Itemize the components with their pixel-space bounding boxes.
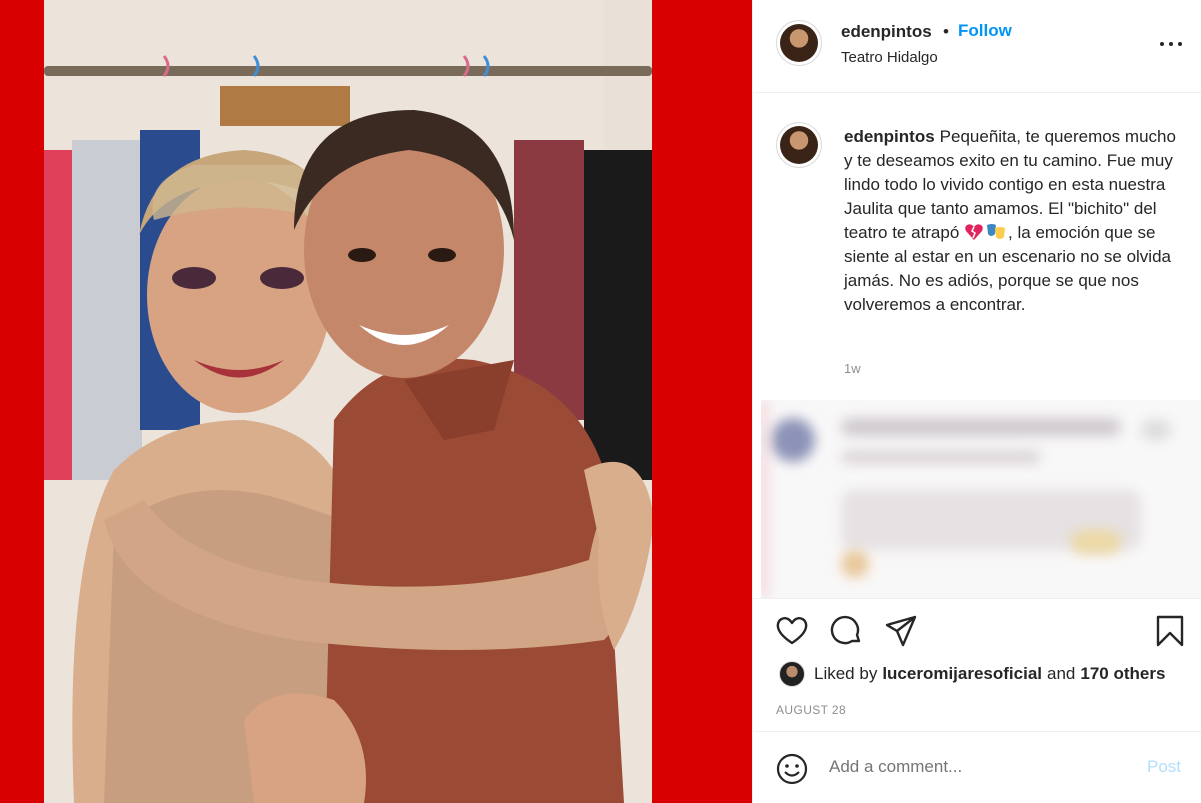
separator-dot: • [943, 22, 949, 41]
post-media[interactable] [0, 0, 752, 803]
post-photo[interactable] [44, 0, 652, 803]
emoji-icon[interactable] [775, 752, 809, 786]
caption-avatar[interactable] [776, 122, 822, 168]
blurred-comment [761, 400, 1201, 598]
action-section: Liked by luceromijaresoficial and 170 ot… [753, 598, 1201, 803]
author-avatar[interactable] [776, 20, 822, 66]
likes-summary[interactable]: Liked by luceromijaresoficial and 170 ot… [779, 661, 1165, 687]
heart-icon[interactable] [775, 614, 809, 648]
likes-connector: and [1047, 664, 1076, 683]
post-panel: edenpintos • Follow Teatro Hidalgo edenp… [752, 0, 1201, 803]
post-comment-button[interactable]: Post [1147, 757, 1181, 777]
caption-username[interactable]: edenpintos [844, 127, 935, 146]
author-username[interactable]: edenpintos [841, 22, 932, 42]
post-date[interactable]: AUGUST 28 [776, 703, 846, 717]
more-options-icon[interactable] [1159, 34, 1185, 54]
liker-username[interactable]: luceromijaresoficial [882, 664, 1042, 684]
broken-heart-emoji [965, 224, 983, 240]
photo-illustration [44, 0, 652, 803]
likes-prefix: Liked by [814, 664, 878, 683]
comment-bar: Post [753, 731, 1201, 803]
follow-button[interactable]: Follow [958, 21, 1012, 41]
comment-input[interactable] [829, 757, 1129, 777]
post-location[interactable]: Teatro Hidalgo [841, 49, 938, 66]
caption-section: edenpintos Pequeñita, te queremos mucho y… [753, 93, 1201, 393]
likes-others[interactable]: 170 others [1080, 664, 1165, 684]
bookmark-icon[interactable] [1153, 614, 1187, 648]
caption-text: edenpintos Pequeñita, te queremos mucho y… [844, 125, 1184, 317]
post-header: edenpintos • Follow Teatro Hidalgo [753, 0, 1201, 93]
share-icon[interactable] [884, 614, 918, 648]
theater-masks-emoji [987, 224, 1006, 239]
liker-avatar[interactable] [779, 661, 805, 687]
caption-timestamp[interactable]: 1w [844, 361, 861, 376]
comment-icon[interactable] [830, 614, 864, 648]
